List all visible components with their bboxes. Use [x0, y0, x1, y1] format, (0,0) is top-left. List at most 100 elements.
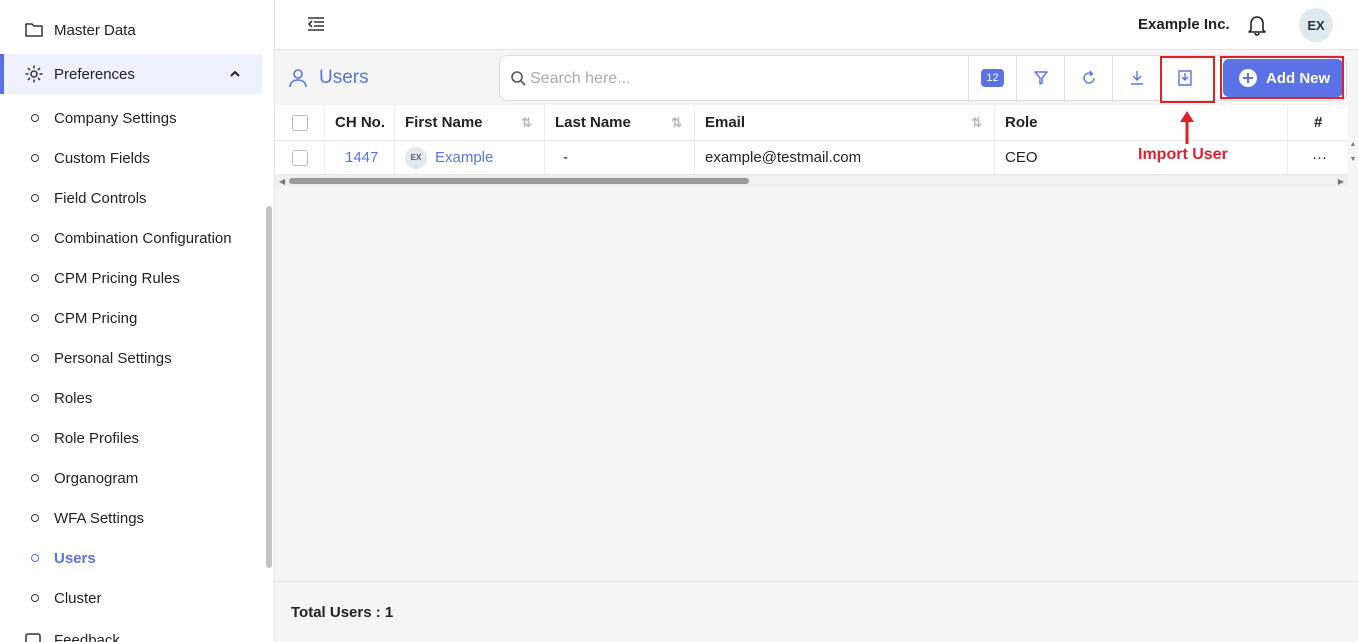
- sidebar-item-label: Organogram: [54, 469, 139, 487]
- user-avatar[interactable]: EX: [1299, 8, 1333, 42]
- filter-icon: [1033, 71, 1048, 85]
- sidebar-item-label: Field Controls: [54, 189, 147, 207]
- refresh-button[interactable]: [1064, 56, 1112, 100]
- bell-icon[interactable]: [1247, 14, 1267, 36]
- sidebar-item-field-controls[interactable]: Field Controls: [0, 178, 262, 218]
- download-icon: [1130, 71, 1143, 85]
- sidebar-item-label: Personal Settings: [54, 349, 172, 367]
- bullet-icon: [31, 314, 39, 322]
- bullet-icon: [31, 554, 39, 562]
- first-name-link[interactable]: Example: [435, 149, 493, 166]
- bullet-icon: [31, 234, 39, 242]
- sidebar: Master Data Preferences Company Settings…: [0, 0, 275, 642]
- sidebar-item-preferences[interactable]: Preferences: [0, 54, 262, 94]
- bullet-icon: [31, 514, 39, 522]
- sidebar-item-label: Role Profiles: [54, 429, 140, 447]
- column-header-ch-no[interactable]: CH No.: [325, 105, 395, 140]
- bullet-icon: [31, 114, 39, 122]
- active-indicator: [0, 54, 4, 94]
- search-input[interactable]: [530, 66, 960, 92]
- filter-button[interactable]: [1016, 56, 1064, 100]
- column-count-button[interactable]: 12: [968, 56, 1016, 100]
- sort-icon[interactable]: ⇅: [521, 115, 532, 131]
- scroll-left-icon[interactable]: ◀: [279, 177, 285, 186]
- last-name-value: -: [563, 149, 568, 166]
- sidebar-item-combination-configuration[interactable]: Combination Configuration: [0, 218, 262, 258]
- import-highlight-box: [1160, 56, 1215, 103]
- column-header-first-name[interactable]: First Name ⇅: [395, 105, 545, 140]
- sidebar-item-custom-fields[interactable]: Custom Fields: [0, 138, 262, 178]
- scroll-up-icon[interactable]: ▲: [1348, 141, 1358, 148]
- sidebar-item-label: Cluster: [54, 589, 102, 607]
- row-checkbox[interactable]: [292, 149, 308, 166]
- role-value: CEO: [1005, 149, 1038, 166]
- column-count-badge: 12: [981, 69, 1004, 87]
- sidebar-item-cpm-pricing[interactable]: CPM Pricing: [0, 298, 262, 338]
- company-name: Example Inc.: [1138, 16, 1230, 33]
- search-icon: [511, 71, 526, 86]
- column-header-label: Role: [1005, 114, 1038, 131]
- bullet-icon: [31, 274, 39, 282]
- sidebar-item-wfa-settings[interactable]: WFA Settings: [0, 498, 262, 538]
- scroll-down-icon[interactable]: ▼: [1348, 156, 1358, 163]
- scrollbar-thumb[interactable]: [289, 178, 749, 184]
- select-all-cell: [275, 105, 325, 140]
- table-horizontal-scrollbar[interactable]: ◀ ▶: [275, 175, 1348, 187]
- bullet-icon: [31, 194, 39, 202]
- column-header-label: Last Name: [555, 114, 631, 131]
- topbar: Example Inc. EX: [275, 0, 1358, 50]
- bullet-icon: [31, 154, 39, 162]
- annotation-label: Import User: [1138, 146, 1228, 163]
- sidebar-scrollbar[interactable]: [266, 206, 272, 568]
- column-header-label: CH No.: [335, 114, 385, 131]
- sidebar-item-master-data[interactable]: Master Data: [0, 10, 262, 50]
- annotation-arrow-icon: [1180, 111, 1194, 144]
- sort-icon[interactable]: ⇅: [671, 115, 682, 131]
- bullet-icon: [31, 434, 39, 442]
- column-header-label: #: [1314, 114, 1323, 131]
- ch-no-link[interactable]: 1447: [345, 149, 378, 166]
- sidebar-item-label: WFA Settings: [54, 509, 145, 527]
- column-header-last-name[interactable]: Last Name ⇅: [545, 105, 695, 140]
- chevron-up-icon[interactable]: [230, 69, 240, 79]
- user-icon: [289, 69, 307, 88]
- page-title: Users: [319, 67, 369, 88]
- more-actions-icon[interactable]: ···: [1312, 149, 1327, 166]
- sidebar-item-cluster[interactable]: Cluster: [0, 578, 262, 618]
- scroll-right-icon[interactable]: ▶: [1338, 177, 1344, 186]
- sidebar-item-label: CPM Pricing Rules: [54, 269, 180, 287]
- email-value: example@testmail.com: [705, 149, 862, 166]
- cell-email: example@testmail.com: [695, 141, 995, 174]
- bullet-icon: [31, 354, 39, 362]
- sidebar-item-label: Feedback: [54, 631, 120, 642]
- feedback-icon: [25, 633, 41, 642]
- export-button[interactable]: [1112, 56, 1160, 100]
- bullet-icon: [31, 594, 39, 602]
- row-avatar: EX: [405, 146, 427, 169]
- table-vertical-scrollbar[interactable]: ▲ ▼: [1348, 141, 1358, 175]
- cell-first-name[interactable]: EX Example: [395, 141, 545, 174]
- sidebar-item-label: CPM Pricing: [54, 309, 138, 327]
- bullet-icon: [31, 474, 39, 482]
- bullet-icon: [31, 394, 39, 402]
- cell-actions[interactable]: ···: [1288, 141, 1348, 174]
- sort-icon[interactable]: ⇅: [971, 115, 982, 131]
- sidebar-item-roles[interactable]: Roles: [0, 378, 262, 418]
- sidebar-item-personal-settings[interactable]: Personal Settings: [0, 338, 262, 378]
- sidebar-item-company-settings[interactable]: Company Settings: [0, 98, 262, 138]
- menu-collapse-icon[interactable]: [307, 16, 325, 32]
- column-header-email[interactable]: Email ⇅: [695, 105, 995, 140]
- sidebar-item-cpm-pricing-rules[interactable]: CPM Pricing Rules: [0, 258, 262, 298]
- column-header-role[interactable]: Role: [995, 105, 1288, 140]
- sidebar-item-users[interactable]: Users: [0, 538, 262, 578]
- sidebar-item-label: Custom Fields: [54, 149, 150, 167]
- total-users-count: Total Users : 1: [291, 604, 394, 621]
- sidebar-item-role-profiles[interactable]: Role Profiles: [0, 418, 262, 458]
- table-footer: Total Users : 1: [275, 581, 1358, 642]
- column-header-actions: #: [1288, 105, 1348, 140]
- sidebar-item-label: Company Settings: [54, 109, 177, 127]
- select-all-checkbox[interactable]: [292, 114, 308, 131]
- sidebar-item-organogram[interactable]: Organogram: [0, 458, 262, 498]
- cell-ch-no[interactable]: 1447: [325, 141, 395, 174]
- sidebar-item-feedback[interactable]: Feedback: [0, 620, 262, 642]
